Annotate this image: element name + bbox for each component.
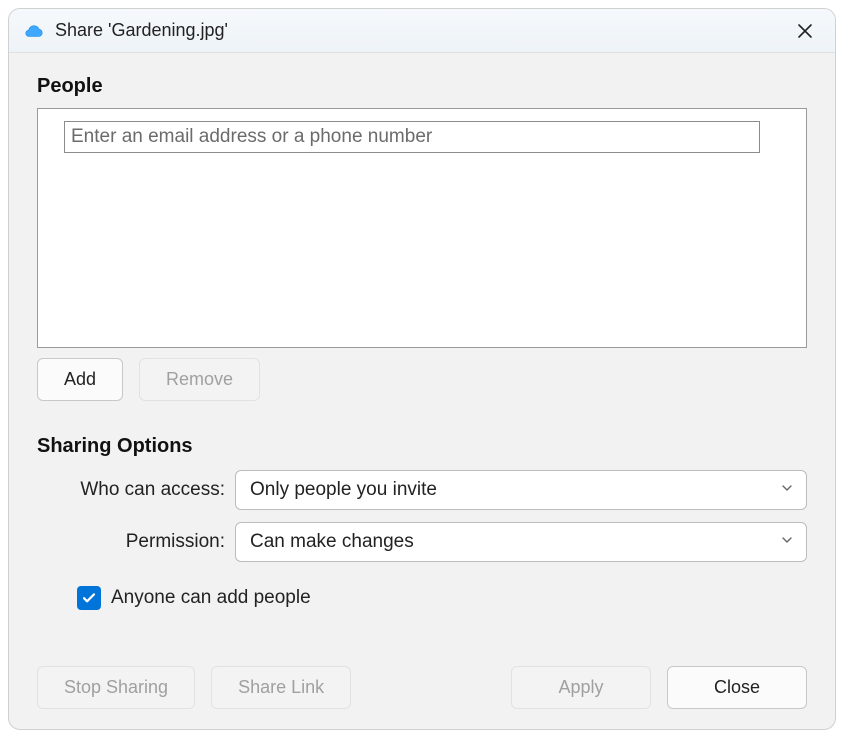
anyone-can-add-checkbox[interactable] [77, 586, 101, 610]
who-can-access-label: Who can access: [37, 479, 235, 501]
share-dialog: Share 'Gardening.jpg' People Add Remove … [8, 8, 836, 730]
people-heading: People [37, 75, 807, 98]
email-input[interactable] [64, 121, 760, 153]
dialog-content: People Add Remove Sharing Options Who ca… [9, 53, 835, 729]
who-can-access-select[interactable]: Only people you invite [235, 470, 807, 510]
chevron-down-icon [780, 479, 794, 501]
share-link-button[interactable]: Share Link [211, 666, 351, 709]
titlebar: Share 'Gardening.jpg' [9, 9, 835, 53]
close-button[interactable]: Close [667, 666, 807, 709]
chevron-down-icon [780, 531, 794, 553]
close-icon[interactable] [789, 15, 821, 47]
window-title: Share 'Gardening.jpg' [55, 20, 228, 41]
sharing-options-heading: Sharing Options [37, 435, 807, 458]
remove-button[interactable]: Remove [139, 358, 260, 401]
permission-value: Can make changes [250, 531, 414, 553]
permission-select[interactable]: Can make changes [235, 522, 807, 562]
stop-sharing-button[interactable]: Stop Sharing [37, 666, 195, 709]
apply-button[interactable]: Apply [511, 666, 651, 709]
add-button[interactable]: Add [37, 358, 123, 401]
who-can-access-value: Only people you invite [250, 479, 437, 501]
people-list-box [37, 108, 807, 348]
anyone-can-add-label: Anyone can add people [111, 587, 311, 609]
permission-label: Permission: [37, 531, 235, 553]
cloud-icon [23, 20, 45, 42]
